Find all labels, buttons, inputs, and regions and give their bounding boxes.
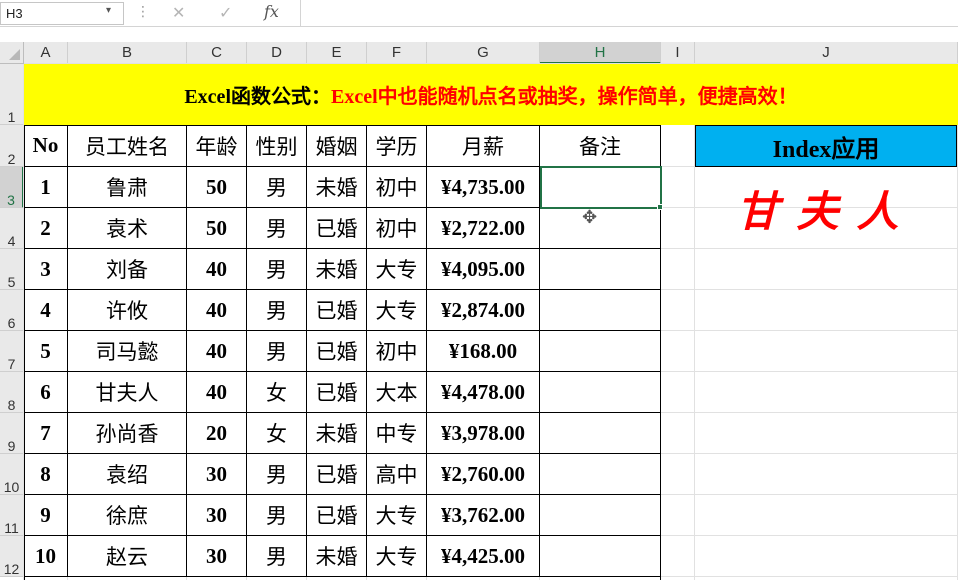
active-cell-selection[interactable]	[540, 166, 662, 209]
column-header-f[interactable]: F	[367, 42, 427, 64]
row-number: 5	[7, 274, 16, 290]
row-header-10[interactable]: 10	[0, 454, 24, 495]
select-all-icon[interactable]	[9, 49, 20, 60]
title-banner[interactable]: Excel函数公式： Excel中也能随机点名或抽奖，操作简单，便捷高效！	[24, 64, 958, 125]
row-number: 7	[7, 356, 16, 372]
index-panel-title[interactable]: Index应用	[695, 125, 957, 167]
row-number: 4	[7, 233, 16, 249]
banner-text: Excel中也能随机点名或抽奖，操作简单，便捷高效！	[331, 86, 798, 108]
row-header-5[interactable]: 5	[0, 249, 24, 290]
column-header-a[interactable]: A	[24, 42, 68, 64]
column-header-j[interactable]: J	[695, 42, 958, 64]
index-title-label: Index应用	[772, 136, 880, 163]
row-header-6[interactable]: 6	[0, 290, 24, 331]
column-header-c[interactable]: C	[187, 42, 247, 64]
row-header-9[interactable]: 9	[0, 413, 24, 454]
row-number: 12	[3, 561, 20, 577]
row-number: 11	[4, 520, 19, 536]
banner-prefix: Excel函数公式：	[184, 86, 331, 108]
column-header-d[interactable]: D	[247, 42, 307, 64]
index-result-value: 甘夫人	[736, 186, 917, 236]
column-header-g[interactable]: G	[427, 42, 540, 64]
row-number: 10	[3, 479, 20, 495]
column-header-i[interactable]: I	[661, 42, 695, 64]
row-number: 1	[7, 109, 16, 125]
row-header-4[interactable]: 4	[0, 208, 24, 249]
index-result-cell[interactable]: 甘夫人	[696, 168, 957, 248]
row-number: 3	[7, 192, 15, 208]
row-number: 2	[7, 151, 16, 167]
row-number: 9	[7, 438, 16, 454]
cell-cursor-icon: ✥	[582, 207, 598, 228]
row-number: 8	[7, 397, 16, 413]
worksheet: A B C D E F G H I J 1 2 3 4 5 6 7 8 9 10 11 12 Excel函数公式： Excel…	[0, 0, 958, 580]
row-header-3[interactable]: 3	[0, 167, 24, 208]
row-header-12[interactable]: 12	[0, 536, 24, 577]
row-number: 6	[7, 315, 16, 331]
row-header-11[interactable]: 11	[0, 495, 24, 536]
column-header-b[interactable]: B	[68, 42, 187, 64]
row-header-2[interactable]: 2	[0, 125, 24, 167]
fill-handle[interactable]	[657, 204, 663, 210]
row-header-8[interactable]: 8	[0, 372, 24, 413]
row-header-7[interactable]: 7	[0, 331, 24, 372]
column-header-e[interactable]: E	[307, 42, 367, 64]
row-header-1[interactable]: 1	[0, 64, 24, 125]
column-header-h[interactable]: H	[540, 42, 661, 64]
